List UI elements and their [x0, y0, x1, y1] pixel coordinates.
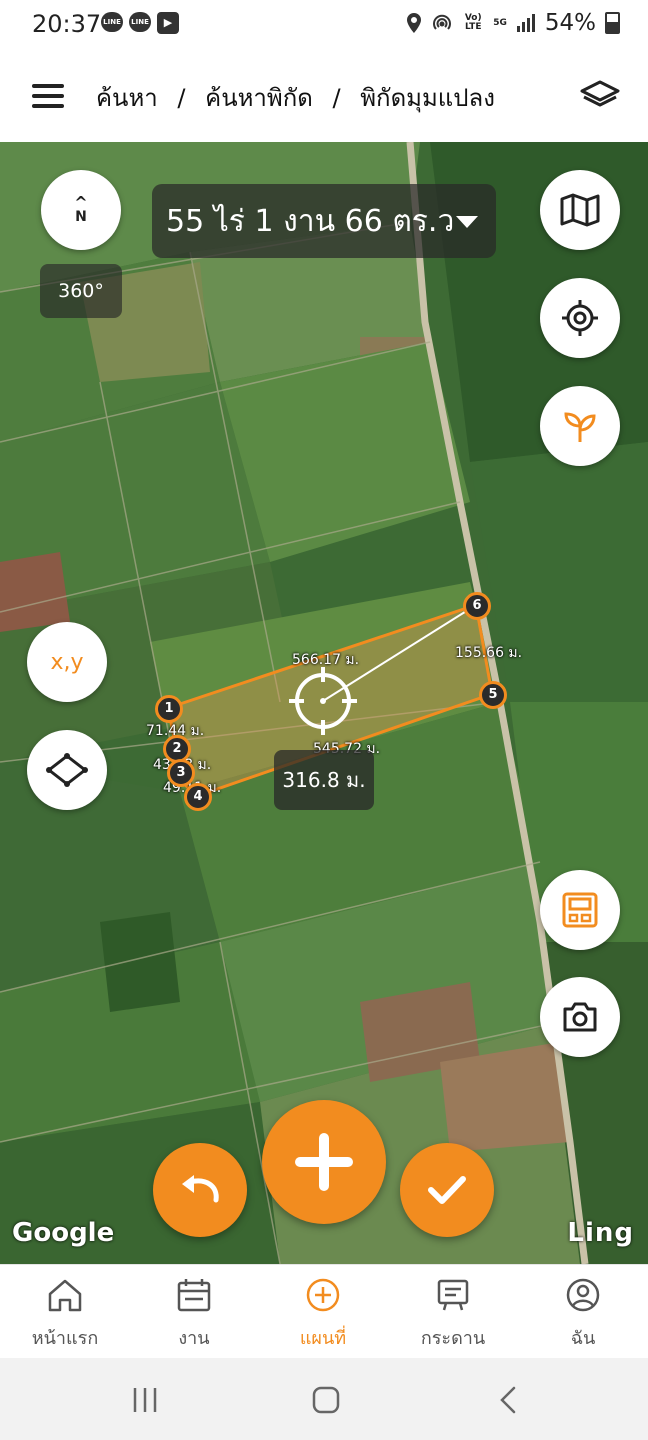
nav-item-home[interactable]: หน้าแรก [10, 1277, 120, 1352]
segment-length-label: 155.66 ม. [455, 645, 523, 661]
profile-icon [566, 1278, 600, 1312]
camera-icon [563, 1002, 597, 1032]
home-icon [48, 1279, 82, 1312]
location-icon [407, 13, 422, 33]
nav-item-tasks[interactable]: งาน [139, 1277, 249, 1352]
coordinate-button[interactable]: x,y [27, 622, 107, 702]
distance-label: 316.8 ม. [274, 750, 374, 810]
hamburger-icon[interactable] [32, 84, 64, 108]
polygon-tool-button[interactable] [27, 730, 107, 810]
status-right: Vo) LTE 5G 54% [406, 10, 620, 36]
layers-icon[interactable] [578, 76, 622, 116]
vertex-marker[interactable]: 5 [479, 681, 507, 709]
area-dropdown[interactable]: 55 ไร่ 1 งาน 66 ตร.ว [152, 184, 496, 258]
play-notification-icon: ▶ [157, 12, 179, 34]
breadcrumb-plot-corners: พิกัดมุมแปลง [360, 84, 495, 112]
camera-button[interactable] [540, 977, 620, 1057]
line-notification-icon: LINE [129, 12, 151, 32]
calendar-icon [177, 1279, 211, 1312]
nav-label: งาน [178, 1328, 210, 1349]
breadcrumb-separator: / [177, 84, 186, 112]
compass-icon: ^ N [74, 193, 88, 225]
save-plot-button[interactable] [540, 870, 620, 950]
breadcrumb-coordinate-search[interactable]: ค้นหาพิกัด [205, 84, 313, 112]
rotation-label: 360° [40, 264, 122, 318]
battery-icon [605, 12, 620, 34]
add-point-button[interactable] [262, 1100, 386, 1224]
add-circle-icon [306, 1278, 340, 1312]
coordinate-label: x,y [50, 649, 84, 675]
vertex-marker[interactable]: 1 [155, 695, 183, 723]
map-icon [560, 193, 600, 227]
recent-apps-icon[interactable] [131, 1386, 159, 1414]
5g-indicator: 5G [493, 17, 507, 28]
nav-label: แผนที่ [299, 1328, 347, 1349]
status-time: 20:37 [32, 10, 102, 38]
line-notification-icon: LINE [101, 12, 123, 32]
vertex-marker[interactable]: 4 [184, 783, 212, 811]
system-navigation [0, 1358, 648, 1440]
nav-item-map[interactable]: แผนที่ [268, 1277, 378, 1352]
hotspot-icon [433, 14, 452, 30]
home-icon[interactable] [311, 1385, 341, 1415]
area-text: 55 ไร่ 1 งาน 66 ตร.ว [166, 203, 455, 239]
polygon-icon [46, 753, 88, 787]
battery-percent: 54% [544, 10, 596, 36]
volte-indicator: Vo) LTE [464, 13, 482, 32]
undo-icon [182, 1175, 219, 1203]
map-view[interactable]: ^ N 360° 55 ไร่ 1 งาน 66 ตร.ว x,y 566.17… [0, 142, 648, 1264]
segment-length-label: 566.17 ม. [292, 652, 360, 668]
nav-label: ฉัน [570, 1328, 596, 1349]
check-icon [428, 1176, 466, 1204]
google-attribution: Google [12, 1218, 115, 1248]
plus-icon [295, 1133, 353, 1191]
nav-item-board[interactable]: กระดาน [398, 1277, 508, 1352]
vertex-marker[interactable]: 6 [463, 592, 491, 620]
board-icon [437, 1279, 469, 1311]
vertex-marker[interactable]: 3 [167, 759, 195, 787]
plant-button[interactable] [540, 386, 620, 466]
map-type-button[interactable] [540, 170, 620, 250]
sprout-icon [564, 412, 596, 442]
back-icon[interactable] [496, 1385, 520, 1415]
nav-label: หน้าแรก [31, 1328, 99, 1349]
ling-attribution: Ling [567, 1218, 634, 1248]
compass-button[interactable]: ^ N [41, 170, 121, 250]
breadcrumb-search[interactable]: ค้นหา [96, 84, 158, 112]
undo-button[interactable] [153, 1143, 247, 1237]
breadcrumb: ค้นหา / ค้นหาพิกัด / พิกัดมุมแปลง [96, 78, 495, 117]
nav-item-profile[interactable]: ฉัน [528, 1277, 638, 1352]
breadcrumb-separator: / [332, 84, 341, 112]
bottom-navigation: หน้าแรก งาน แผนที่ กระดาน ฉัน [0, 1264, 648, 1359]
floppy-icon [562, 892, 598, 928]
compass-north-label: N [75, 209, 87, 225]
signal-icon [516, 14, 535, 32]
target-icon [562, 300, 598, 336]
confirm-button[interactable] [400, 1143, 494, 1237]
chevron-down-icon [456, 216, 478, 228]
my-location-button[interactable] [540, 278, 620, 358]
app-bar: ค้นหา / ค้นหาพิกัด / พิกัดมุมแปลง [0, 50, 648, 142]
nav-label: กระดาน [420, 1328, 486, 1349]
status-bar: 20:37 LINE LINE ▶ Vo) LTE 5G 54% [0, 0, 648, 50]
